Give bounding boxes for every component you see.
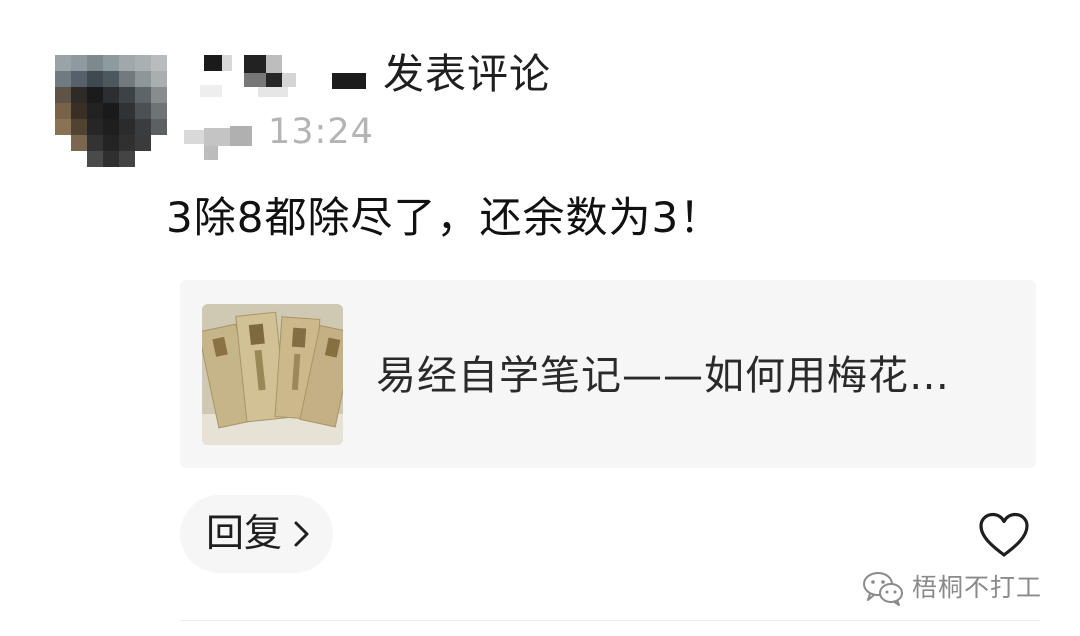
divider — [180, 620, 1040, 621]
reply-button[interactable]: 回复 — [180, 495, 333, 573]
article-card[interactable]: 易经自学笔记——如何用梅花… — [180, 280, 1036, 468]
watermark-text: 梧桐不打工 — [912, 573, 1043, 602]
location-label — [184, 120, 256, 160]
article-title: 易经自学笔记——如何用梅花… — [376, 353, 950, 399]
comment-action-label: 发表评论 — [383, 50, 551, 98]
wechat-icon — [863, 572, 903, 606]
comment-time: 13:24 — [268, 112, 374, 152]
username[interactable] — [200, 55, 370, 97]
watermark: 梧桐不打工 — [862, 568, 1042, 608]
comment-text: 3除8都除尽了，还余数为3！ — [166, 193, 723, 242]
chevron-right-icon — [294, 521, 309, 547]
heart-outline-icon[interactable] — [978, 512, 1030, 558]
avatar[interactable] — [55, 55, 167, 167]
article-thumbnail — [202, 304, 343, 445]
booklet-photo-thumbnail — [202, 304, 343, 445]
reply-label: 回复 — [206, 511, 283, 555]
